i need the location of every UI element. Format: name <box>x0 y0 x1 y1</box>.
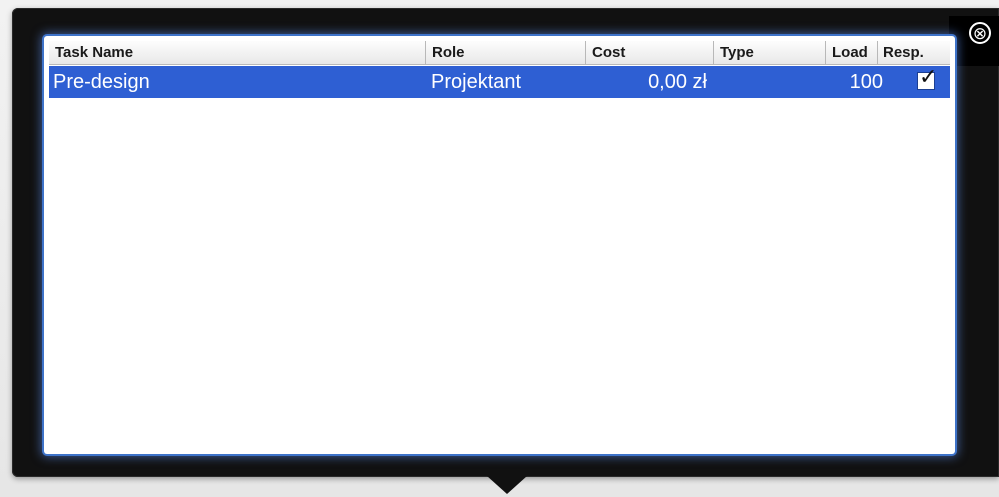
cell-role: Projektant <box>431 71 522 93</box>
column-header-resp[interactable]: Resp. <box>877 41 950 65</box>
assignments-table-frame: Task Name Role Cost Type Load Resp. Pre-… <box>44 36 955 454</box>
close-icon[interactable]: ⊗ <box>969 22 991 44</box>
cell-type <box>713 66 825 98</box>
table-row[interactable]: Pre-design Projektant 0,00 zł 100 ✓ <box>49 66 950 98</box>
cell-cost: 0,00 zł <box>648 71 707 93</box>
column-header-type[interactable]: Type <box>713 41 825 65</box>
checkmark-icon: ✓ <box>919 66 938 90</box>
responsible-checkbox[interactable]: ✓ <box>917 67 937 90</box>
assignments-table: Task Name Role Cost Type Load Resp. Pre-… <box>49 41 950 449</box>
column-header-cost[interactable]: Cost <box>585 41 713 65</box>
cell-resp: ✓ <box>897 66 950 98</box>
column-header-task-name[interactable]: Task Name <box>49 41 425 65</box>
table-header-row: Task Name Role Cost Type Load Resp. <box>49 41 950 65</box>
column-header-role[interactable]: Role <box>425 41 585 65</box>
cell-load: 100 <box>849 71 883 93</box>
cell-task-name: Pre-design <box>53 71 150 93</box>
popover-stage: ⊗ Task Name Role Cost Type Load Resp. Pr… <box>0 0 999 497</box>
column-header-load[interactable]: Load <box>825 41 877 65</box>
popover-pointer-arrow <box>487 476 527 494</box>
